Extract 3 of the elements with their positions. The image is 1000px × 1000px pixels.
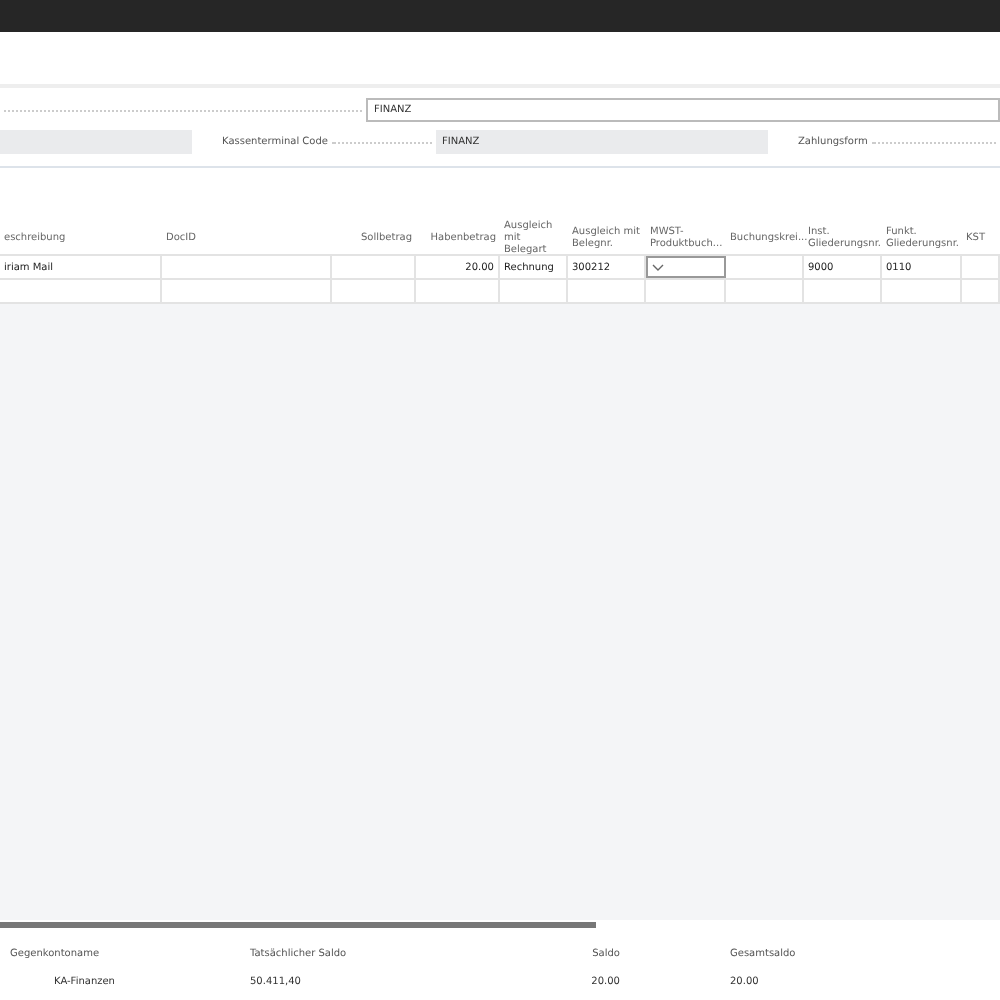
chevron-icon <box>652 263 664 271</box>
dropdown-field[interactable] <box>646 256 726 278</box>
scrollbar[interactable] <box>0 922 596 928</box>
